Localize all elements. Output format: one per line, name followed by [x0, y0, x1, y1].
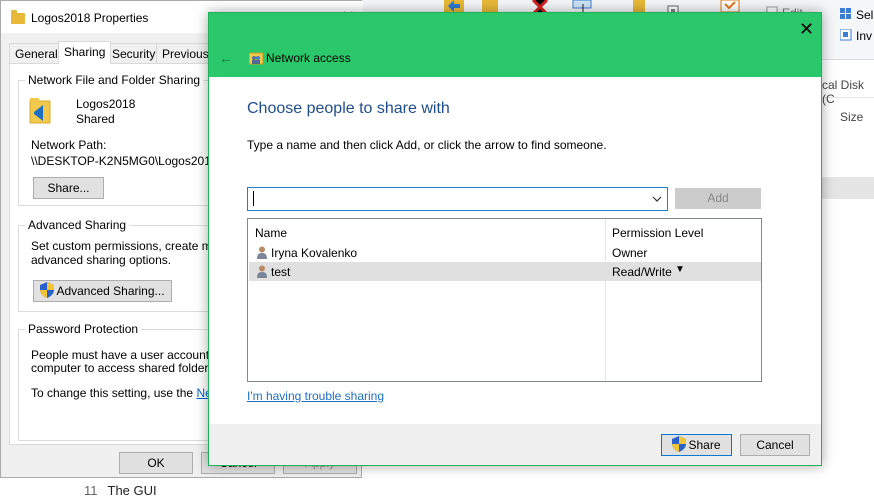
back-arrow-icon[interactable]: ←: [219, 50, 233, 66]
network-path-label: Network Path:: [31, 138, 107, 152]
background-editor-text: 11 The GUI: [84, 483, 157, 498]
folder-status: Shared: [76, 112, 115, 126]
tab-general[interactable]: General: [9, 43, 64, 63]
shared-folder-icon: [29, 98, 51, 124]
close-icon[interactable]: ✕: [799, 19, 814, 40]
share-permissions-table: Name Permission Level Iryna Kovalenko Ow…: [247, 218, 762, 382]
table-row[interactable]: Iryna Kovalenko Owner: [249, 243, 761, 262]
advanced-sharing-text-line2: advanced sharing options.: [31, 253, 172, 267]
network-path-value: \\DESKTOP-K2N5MG0\Logos2018: [31, 154, 218, 168]
password-text-line3: To change this setting, use the Netwo: [31, 386, 230, 400]
advanced-sharing-button[interactable]: Advanced Sharing...: [33, 280, 172, 302]
background-line-text: The GUI: [107, 483, 157, 498]
tab-sharing[interactable]: Sharing: [58, 41, 112, 64]
password-text-line1: People must have a user account and: [31, 348, 233, 362]
column-header-permission[interactable]: Permission Level: [612, 226, 703, 240]
user-name-combobox[interactable]: [247, 187, 668, 211]
dialog-footer: Share Cancel: [209, 424, 821, 465]
table-row[interactable]: test Read/Write ▼: [249, 262, 761, 281]
network-access-dialog: ← Network access ✕ Choose people to shar…: [208, 12, 822, 466]
user-icon: [257, 246, 267, 259]
network-sharing-group-label: Network File and Folder Sharing: [25, 73, 204, 87]
folder-icon: [11, 10, 25, 24]
network-access-header[interactable]: ← Network access ✕: [209, 13, 821, 77]
ribbon-invert-selection-label[interactable]: Inv: [856, 29, 872, 43]
select-all-icon[interactable]: [840, 8, 852, 20]
page-heading: Choose people to share with: [247, 100, 450, 117]
trouble-sharing-link[interactable]: I'm having trouble sharing: [247, 389, 384, 403]
instructions-text: Type a name and then click Add, or click…: [247, 138, 607, 152]
chevron-down-icon[interactable]: [651, 193, 663, 207]
password-text-line2: computer to access shared folders.: [31, 361, 218, 375]
row-user-name: test: [271, 265, 291, 279]
add-button[interactable]: Add: [675, 188, 761, 209]
column-header-name[interactable]: Name: [255, 226, 287, 240]
advanced-sharing-button-label: Advanced Sharing...: [56, 284, 165, 298]
background-column-size[interactable]: Size: [840, 110, 863, 124]
password-protection-group-label: Password Protection: [25, 322, 142, 336]
uac-shield-icon: [40, 282, 55, 298]
tab-security[interactable]: Security: [106, 43, 162, 63]
background-line-number: 11: [84, 483, 98, 498]
text-cursor: [253, 191, 254, 206]
invert-selection-icon[interactable]: [840, 29, 852, 41]
share-button[interactable]: Share...: [33, 177, 104, 199]
properties-title: Logos2018 Properties: [31, 11, 149, 25]
user-icon: [257, 265, 267, 278]
background-selected-row: [820, 177, 874, 199]
advanced-sharing-group-label: Advanced Sharing: [25, 218, 130, 232]
row-user-name: Iryna Kovalenko: [271, 246, 358, 260]
network-share-icon: [249, 52, 263, 65]
password-text-line3-prefix: To change this setting, use the: [31, 386, 197, 400]
ok-button[interactable]: OK: [119, 452, 193, 474]
row-permission: Owner: [612, 246, 648, 260]
ribbon-select-all-label[interactable]: Sel: [856, 8, 873, 22]
share-confirm-button[interactable]: Share: [661, 434, 732, 456]
cancel-button[interactable]: Cancel: [740, 434, 810, 456]
share-confirm-label: Share: [688, 438, 721, 452]
permission-dropdown[interactable]: Read/Write: [612, 265, 672, 279]
advanced-sharing-text-line1: Set custom permissions, create multipl: [31, 239, 237, 253]
dropdown-arrow-icon[interactable]: ▼: [675, 264, 685, 275]
network-access-title: Network access: [266, 51, 351, 65]
background-address-text: cal Disk (C: [822, 78, 865, 106]
folder-name: Logos2018: [76, 97, 136, 111]
uac-shield-icon: [672, 436, 687, 452]
